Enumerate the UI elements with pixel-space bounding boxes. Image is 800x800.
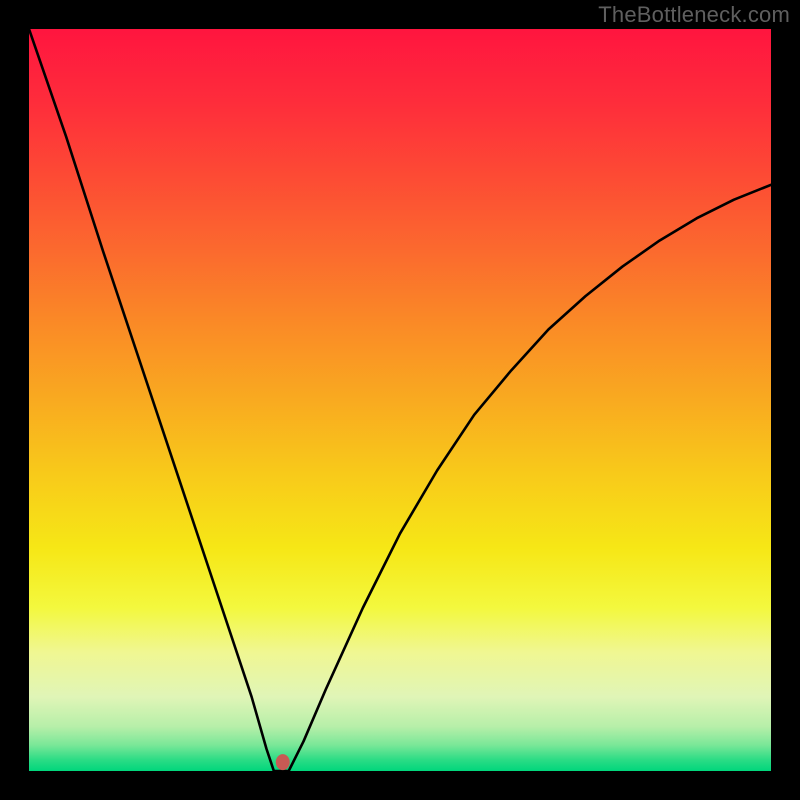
- chart-svg: [29, 29, 771, 771]
- gradient-background: [29, 29, 771, 771]
- plot-area: [29, 29, 771, 771]
- optimum-marker: [276, 754, 290, 770]
- chart-frame: TheBottleneck.com: [0, 0, 800, 800]
- watermark-text: TheBottleneck.com: [598, 2, 790, 28]
